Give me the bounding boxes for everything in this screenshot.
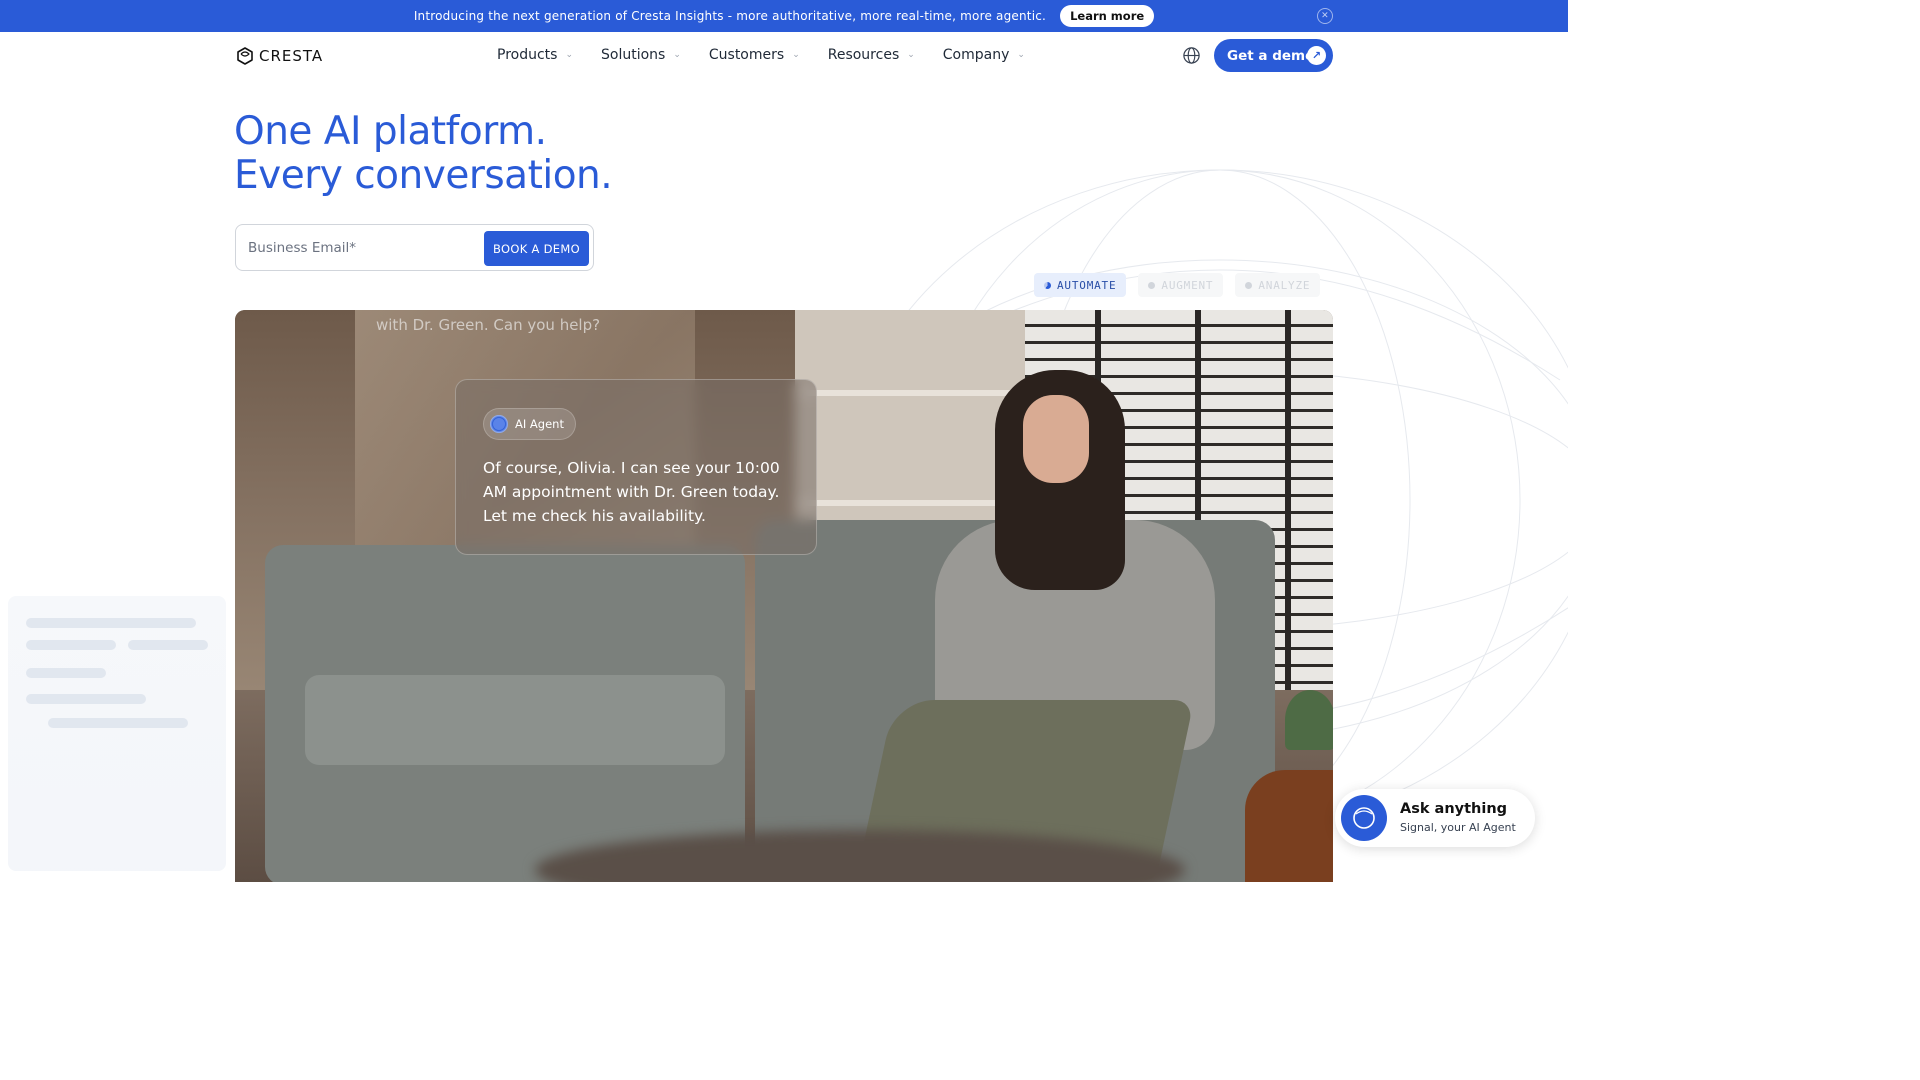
armchair-seat [305, 675, 725, 765]
chevron-down-icon: ⌄ [673, 50, 681, 60]
main-nav: CRESTA Products ⌄ Solutions ⌄ Customers ⌄ R… [0, 32, 1568, 80]
book-demo-button[interactable]: BOOK A DEMO [484, 231, 589, 266]
progress-dot-icon [1245, 281, 1253, 289]
learn-more-button[interactable]: Learn more [1060, 5, 1155, 27]
placeholder-bar [48, 718, 188, 728]
signal-title: Ask anything [1400, 801, 1508, 817]
window-mullion [1285, 310, 1291, 690]
arrow-up-right-icon: ↗ [1307, 46, 1326, 65]
tab-analyze[interactable]: ANALYZE [1235, 273, 1321, 297]
logo-text: CRESTA [259, 47, 324, 65]
globe-icon[interactable] [1182, 46, 1201, 65]
product-tabs: AUTOMATE AUGMENT ANALYZE [1034, 273, 1321, 297]
nav-item-customers[interactable]: Customers ⌄ [709, 47, 800, 63]
cresta-logo[interactable]: CRESTA [235, 46, 323, 66]
ai-agent-label: AI Agent [515, 417, 564, 431]
nav-item-resources[interactable]: Resources ⌄ [828, 47, 915, 63]
signal-subtitle: Signal, your AI Agent [1400, 821, 1516, 834]
email-form: BOOK A DEMO [235, 224, 594, 271]
hero-title-line-1: One AI platform. [234, 109, 547, 154]
chevron-down-icon: ⌄ [565, 50, 573, 60]
chevron-down-icon: ⌄ [1017, 50, 1025, 60]
video-plant [1285, 690, 1333, 750]
ai-agent-message: Of course, Olivia. I can see your 10:00 … [483, 459, 780, 525]
placeholder-bar [128, 640, 208, 650]
tab-label: AUTOMATE [1057, 278, 1117, 292]
signal-orb-icon [1341, 795, 1387, 841]
nav-item-products[interactable]: Products ⌄ [497, 47, 573, 63]
faded-caller-text: with Dr. Green. Can you help? [376, 316, 601, 334]
nav-item-label: Products [497, 47, 558, 63]
placeholder-bar [26, 618, 196, 628]
nav-item-label: Resources [827, 47, 900, 63]
signal-ring-icon [1353, 807, 1375, 829]
tab-automate[interactable]: AUTOMATE [1034, 273, 1127, 297]
business-email-input[interactable] [248, 235, 478, 261]
hero-video[interactable]: with Dr. Green. Can you help? AI Agent O… [235, 310, 1333, 882]
nav-menu: Products ⌄ Solutions ⌄ Customers ⌄ Resource… [497, 47, 1025, 63]
ai-agent-badge: AI Agent [483, 408, 576, 440]
progress-dot-icon [1148, 281, 1156, 289]
nav-item-label: Company [942, 47, 1010, 63]
tab-label: ANALYZE [1258, 278, 1311, 292]
nav-item-label: Solutions [601, 47, 666, 63]
faded-side-card [8, 596, 226, 871]
ai-agent-card: AI Agent Of course, Olivia. I can see yo… [455, 379, 817, 555]
video-side-table [1245, 770, 1333, 882]
person-face [1023, 395, 1089, 483]
nav-item-solutions[interactable]: Solutions ⌄ [601, 47, 681, 63]
chevron-down-icon: ⌄ [792, 50, 800, 60]
ai-agent-orb-icon [490, 415, 508, 433]
video-armchair-left [265, 545, 745, 882]
signal-chat-widget[interactable]: Ask anything Signal, your AI Agent [1335, 789, 1535, 847]
progress-dot-icon [1044, 281, 1051, 289]
close-icon[interactable]: ✕ [1317, 8, 1333, 24]
faded-caller-message: with Dr. Green. Can you help? [376, 310, 706, 366]
chevron-down-icon: ⌄ [907, 50, 915, 60]
placeholder-bar [26, 694, 146, 704]
tab-label: AUGMENT [1161, 278, 1214, 292]
announcement-bar: Introducing the next generation of Crest… [0, 0, 1568, 32]
hero-title-line-2: Every conversation. [234, 153, 613, 198]
tab-augment[interactable]: AUGMENT [1138, 273, 1224, 297]
nav-item-company[interactable]: Company ⌄ [943, 47, 1025, 63]
announcement-text: Introducing the next generation of Crest… [413, 9, 1047, 23]
placeholder-bar [26, 668, 106, 678]
hero-title: One AI platform. Every conversation. [234, 109, 613, 198]
cresta-logo-icon [237, 47, 253, 65]
get-demo-label: Get a demo [1227, 47, 1315, 64]
placeholder-bar [26, 640, 116, 650]
nav-item-label: Customers [708, 47, 785, 63]
video-person [855, 370, 1235, 882]
get-demo-button[interactable]: Get a demo ↗ [1214, 39, 1333, 72]
